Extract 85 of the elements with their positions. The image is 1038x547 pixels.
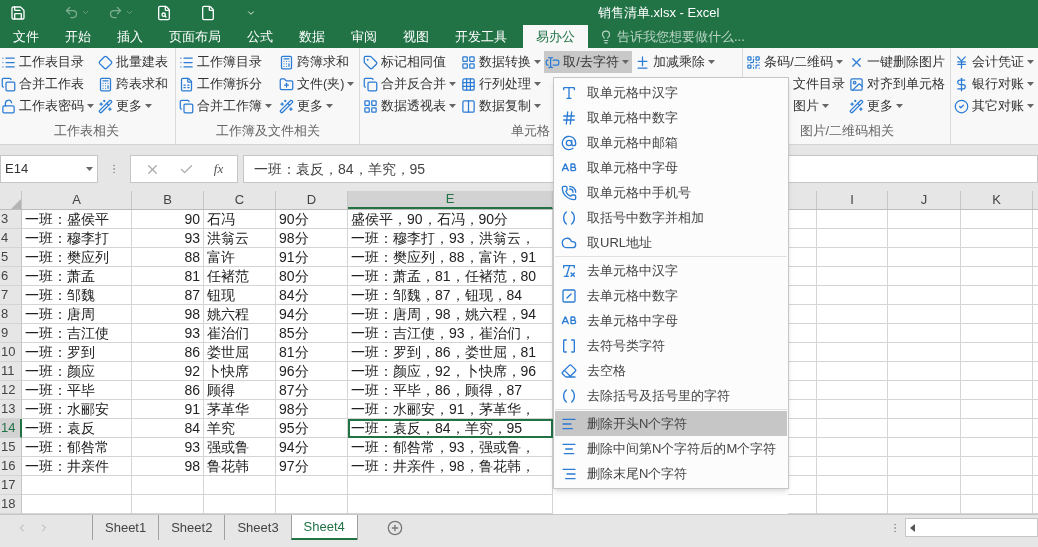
table-cell: 一班：袁反，84，羊究，95 xyxy=(348,419,553,438)
menu-item[interactable]: 取单元格中手机号 xyxy=(555,180,787,205)
row-header[interactable]: 17 xyxy=(0,476,22,495)
ribbon-button[interactable]: 条码/二维码 xyxy=(745,51,846,73)
ribbon-button[interactable]: 更多 xyxy=(278,95,336,117)
menu-item[interactable]: 去单元格中汉字 xyxy=(555,258,787,283)
ribbon-tab[interactable]: 插入 xyxy=(104,25,156,48)
row-header[interactable]: 6 xyxy=(0,267,22,286)
group-label: 图片/二维码相关 xyxy=(799,122,895,141)
ribbon-tab[interactable]: 视图 xyxy=(390,25,442,48)
menu-item[interactable]: 删除开头N个字符 xyxy=(555,411,787,436)
ribbon-button[interactable]: 其它对账 xyxy=(953,95,1038,117)
row-header[interactable]: 9 xyxy=(0,324,22,343)
ribbon-button[interactable]: 更多 xyxy=(848,95,907,117)
tell-me-field[interactable]: 告诉我您想要做什么... xyxy=(599,25,787,48)
menu-item[interactable]: 删除末尾N个字符 xyxy=(555,461,787,486)
row-header[interactable]: 15 xyxy=(0,438,22,457)
ribbon-button[interactable]: 更多 xyxy=(97,95,155,117)
ribbon-button[interactable]: 加减乘除 xyxy=(634,51,719,73)
ribbon-button[interactable]: 取/去字符 xyxy=(544,51,632,73)
ribbon-button[interactable]: 工作表密码 xyxy=(0,95,97,117)
column-header[interactable]: E xyxy=(348,191,553,209)
row-header[interactable]: 12 xyxy=(0,381,22,400)
row-header[interactable]: 8 xyxy=(0,305,22,324)
window-title: 销售清单.xlsx - Excel xyxy=(598,3,720,22)
ribbon-button[interactable]: 对齐到单元格 xyxy=(848,73,949,95)
menu-item[interactable]: 去单元格中字母 xyxy=(555,308,787,333)
name-box[interactable]: E14 xyxy=(0,155,98,183)
insert-function-button[interactable]: fx xyxy=(213,159,224,179)
row-header[interactable]: 18 xyxy=(0,495,22,514)
ribbon-tab[interactable]: 公式 xyxy=(234,25,286,48)
ribbon-tab[interactable]: 开发工具 xyxy=(442,25,520,48)
row-header[interactable]: 3 xyxy=(0,210,22,229)
ribbon-tab[interactable]: 开始 xyxy=(52,25,104,48)
sheet-tab[interactable]: Sheet4 xyxy=(290,515,357,540)
menu-item[interactable]: 取括号中数字并相加 xyxy=(555,205,787,230)
group-label: 单元格 xyxy=(511,122,551,141)
menu-item[interactable]: 取URL地址 xyxy=(555,230,787,255)
ribbon-tab[interactable]: 数据 xyxy=(286,25,338,48)
ribbon-button[interactable]: 会计凭证 xyxy=(953,51,1038,73)
row-header[interactable]: 4 xyxy=(0,229,22,248)
menu-item[interactable]: 删除中间第N个字符后的M个字符 xyxy=(555,436,787,461)
ribbon-button[interactable]: 数据透视表 xyxy=(362,95,460,117)
ribbon-button[interactable]: 合并工作表 xyxy=(0,73,87,95)
ribbon-button[interactable]: 数据转换 xyxy=(460,51,545,73)
ribbon-tab[interactable]: 页面布局 xyxy=(156,25,234,48)
menu-item[interactable]: 去符号类字符 xyxy=(555,333,787,358)
row-header[interactable]: 14 xyxy=(0,419,22,438)
ribbon-tab[interactable]: 审阅 xyxy=(338,25,390,48)
column-header[interactable]: K xyxy=(961,191,1033,209)
column-header[interactable]: A xyxy=(22,191,132,209)
table-cell: 一班：水郦安，91，茅革华， xyxy=(348,400,553,419)
ribbon-button[interactable]: 文件(夹) xyxy=(278,73,358,95)
menu-item[interactable]: 去单元格中数字 xyxy=(555,283,787,308)
ribbon-button[interactable]: 合并工作簿 xyxy=(178,95,275,117)
ribbon-button[interactable]: 标记相同值 xyxy=(362,51,450,73)
ribbon-tab[interactable]: 文件 xyxy=(0,25,52,48)
row-header[interactable]: 7 xyxy=(0,286,22,305)
ribbon-button[interactable]: 一键删除图片 xyxy=(848,51,949,73)
ribbon-button[interactable]: 跨簿求和 xyxy=(278,51,352,73)
column-header[interactable]: C xyxy=(204,191,276,209)
menu-item[interactable]: 取单元格中邮箱 xyxy=(555,130,787,155)
menu-item[interactable]: 去除括号及括号里的字符 xyxy=(555,383,787,408)
ribbon-button[interactable]: 跨表求和 xyxy=(97,73,171,95)
row-header[interactable]: 11 xyxy=(0,362,22,381)
ribbon-button[interactable]: 数据复制 xyxy=(460,95,545,117)
ribbon-button[interactable]: 工作簿目录 xyxy=(178,51,265,73)
column-header[interactable]: J xyxy=(888,191,961,209)
ribbon-button[interactable]: 银行对账 xyxy=(953,73,1038,95)
ribbon-button[interactable]: 工作表目录 xyxy=(0,51,87,73)
group-label: 工作簿及文件相关 xyxy=(215,122,320,141)
ribbon-button[interactable]: 工作簿拆分 xyxy=(178,73,265,95)
row-header[interactable]: 13 xyxy=(0,400,22,419)
ribbon-button[interactable]: 行列处理 xyxy=(460,73,545,95)
row-header[interactable]: 5 xyxy=(0,248,22,267)
menu-item[interactable]: 取单元格中字母 xyxy=(555,155,787,180)
ribbon-tab[interactable]: 易办公 xyxy=(523,25,588,48)
row-header[interactable]: 10 xyxy=(0,343,22,362)
ribbon-button[interactable]: 合并反合并 xyxy=(362,73,460,95)
ribbon-button[interactable]: 批量建表 xyxy=(97,51,171,73)
column-header[interactable]: B xyxy=(132,191,204,209)
column-header[interactable]: I xyxy=(817,191,888,209)
group-label: 工作表相关 xyxy=(54,122,119,141)
row-header[interactable]: 16 xyxy=(0,457,22,476)
menu-item[interactable]: 去空格 xyxy=(555,358,787,383)
